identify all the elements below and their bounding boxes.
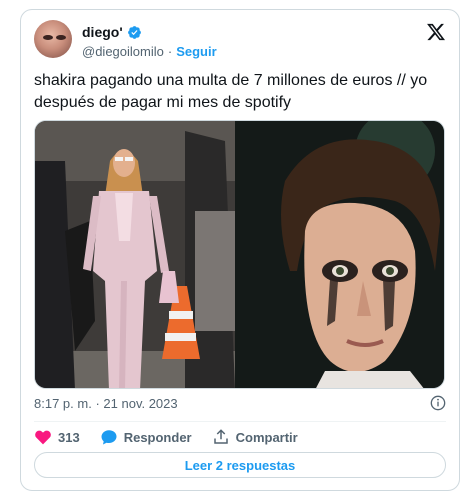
avatar[interactable] — [34, 20, 72, 58]
share-icon — [213, 429, 228, 444]
reply-label: Responder — [123, 429, 192, 445]
follow-button[interactable]: Seguir — [176, 44, 216, 59]
info-icon[interactable] — [430, 395, 446, 411]
heart-icon — [35, 430, 51, 445]
like-button[interactable]: 313 — [34, 428, 80, 446]
tweet-text: shakira pagando una multa de 7 millones … — [34, 72, 428, 111]
photo-right[interactable] — [235, 121, 444, 388]
read-replies-button[interactable]: Leer 2 respuestas — [34, 452, 446, 478]
divider — [34, 421, 446, 422]
handle-row: @diegoilomilo · Seguir — [82, 44, 217, 59]
tweet-meta: 8:17 p. m. · 21 nov. 2023 — [34, 396, 178, 411]
separator-dot: · — [167, 44, 173, 59]
action-bar: 313 Responder Compartir — [34, 427, 318, 447]
x-logo-icon[interactable] — [426, 22, 446, 42]
tweet-media[interactable] — [34, 120, 445, 389]
avatar-eye — [56, 35, 66, 40]
tweet-header: diego' @diegoilomilo · Seguir — [34, 20, 446, 64]
reply-icon — [101, 430, 117, 445]
like-count: 313 — [58, 429, 80, 445]
avatar-eye — [43, 35, 53, 40]
tweet-time[interactable]: 8:17 p. m. — [34, 396, 92, 411]
name-row: diego' — [82, 24, 142, 40]
tweet-card: diego' @diegoilomilo · Seguir shakira pa… — [20, 9, 460, 491]
verified-badge-icon — [127, 25, 141, 39]
photo-left[interactable] — [35, 121, 235, 388]
photo-right-illustration — [235, 121, 444, 388]
display-name[interactable]: diego' — [82, 24, 123, 40]
share-label: Compartir — [235, 429, 298, 445]
separator-dot: · — [95, 396, 100, 411]
photo-left-illustration — [35, 121, 235, 388]
share-button[interactable]: Compartir — [212, 428, 298, 446]
tweet-date[interactable]: 21 nov. 2023 — [103, 396, 177, 411]
reply-button[interactable]: Responder — [100, 428, 192, 446]
user-handle[interactable]: @diegoilomilo — [82, 44, 164, 59]
